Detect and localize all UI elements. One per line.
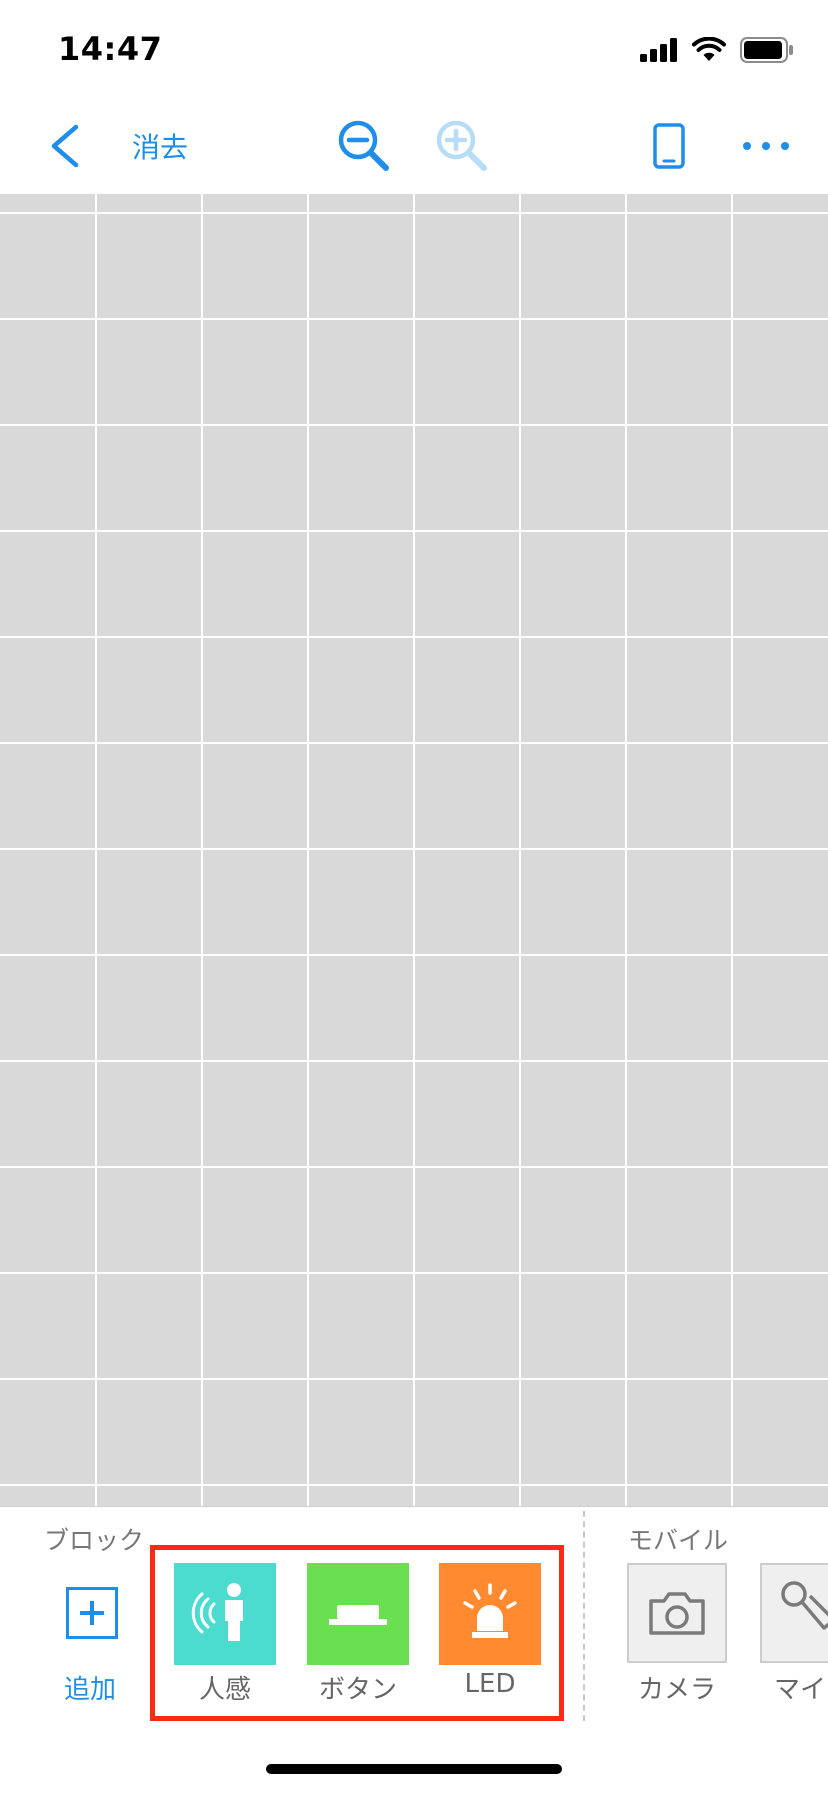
- camera-block[interactable]: [627, 1563, 727, 1663]
- smartphone-icon: [653, 123, 685, 169]
- cellular-signal-icon: [640, 38, 677, 62]
- button-block[interactable]: [307, 1563, 409, 1665]
- block-palette: ブロック モバイル 追加 人感 ボタン LED カメラ マイ: [0, 1506, 828, 1793]
- motion-sensor-block[interactable]: [174, 1563, 276, 1665]
- zoom-out-icon: [338, 120, 389, 171]
- section-divider: [583, 1511, 585, 1721]
- wifi-icon: [692, 37, 726, 61]
- back-button[interactable]: [36, 118, 92, 174]
- home-indicator[interactable]: [266, 1764, 562, 1774]
- led-block[interactable]: [439, 1563, 541, 1665]
- microphone-icon: [781, 1581, 828, 1630]
- motion-sensor-icon: [191, 1583, 243, 1641]
- nav-bar: 消去: [0, 96, 828, 194]
- camera-block-label: カメラ: [637, 1675, 716, 1705]
- add-block-button[interactable]: [66, 1587, 118, 1639]
- more-horizontal-icon: [743, 142, 789, 150]
- motion-sensor-label: 人感: [198, 1675, 251, 1705]
- device-button[interactable]: [646, 116, 692, 176]
- battery-icon: [740, 37, 793, 63]
- mobile-section-label: モバイル: [628, 1526, 729, 1555]
- clear-button[interactable]: 消去: [132, 118, 188, 174]
- chevron-left-icon: [51, 124, 79, 168]
- zoom-in-button[interactable]: [432, 116, 492, 176]
- microphone-block[interactable]: [760, 1563, 828, 1663]
- more-button[interactable]: [736, 116, 796, 176]
- status-time: 14:47: [58, 30, 163, 68]
- zoom-out-button[interactable]: [334, 116, 394, 176]
- push-button-icon: [329, 1605, 387, 1625]
- led-block-label: LED: [464, 1669, 516, 1699]
- button-block-label: ボタン: [318, 1675, 397, 1705]
- microphone-block-label: マイク: [774, 1675, 828, 1705]
- canvas-grid[interactable]: [0, 194, 828, 1506]
- status-bar: 14:47: [0, 0, 828, 96]
- status-icons: [640, 34, 794, 66]
- led-alarm-icon: [463, 1583, 517, 1638]
- block-section-label: ブロック: [44, 1526, 145, 1555]
- zoom-in-icon: [436, 120, 487, 171]
- camera-icon: [649, 1592, 705, 1635]
- add-block-label[interactable]: 追加: [64, 1669, 116, 1706]
- plus-icon: [80, 1601, 104, 1625]
